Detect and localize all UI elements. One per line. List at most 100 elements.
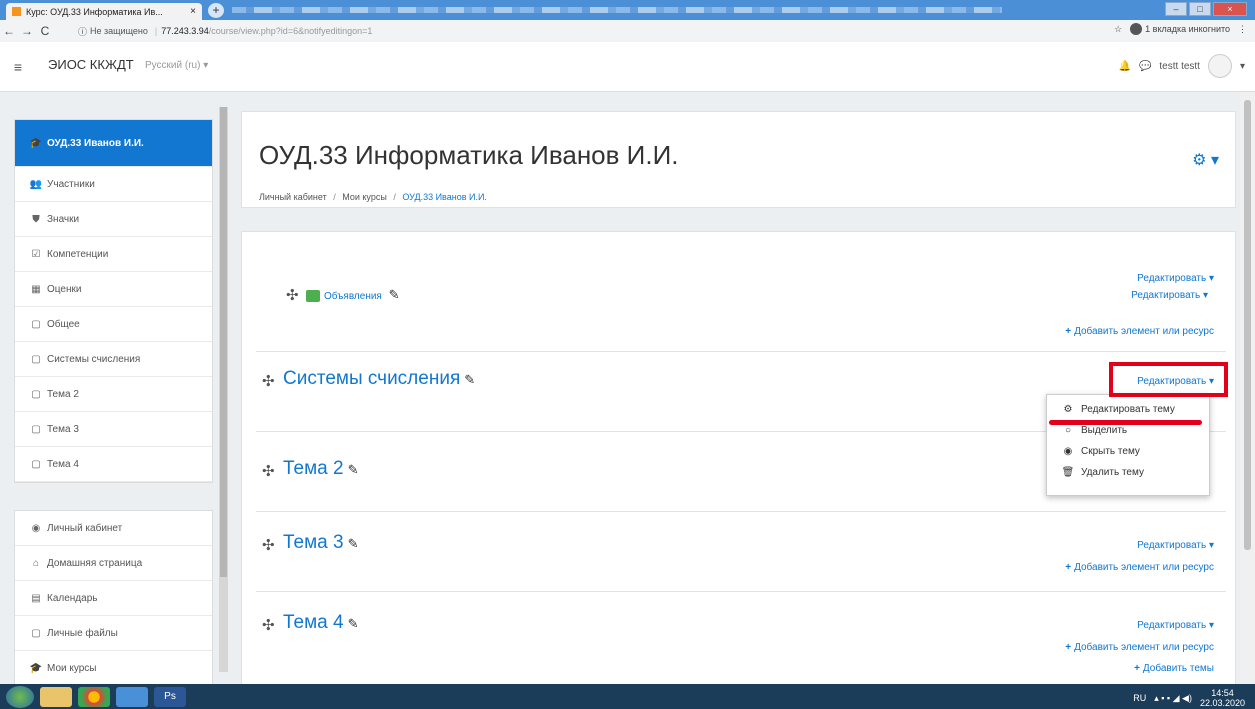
breadcrumb-my-courses[interactable]: Мои курсы xyxy=(342,192,387,202)
reload-button[interactable]: C xyxy=(36,24,54,38)
add-activity-link[interactable]: + Добавить элемент или ресурс xyxy=(1065,562,1214,573)
dropdown-menu-item[interactable]: ⚙ Редактировать тему xyxy=(1047,399,1209,420)
menu-item-label: Скрыть тему xyxy=(1081,446,1140,457)
sidebar-item[interactable]: 🎓 Мои курсы xyxy=(15,651,212,686)
breadcrumb: Личный кабинет / Мои курсы / ОУД.33 Иван… xyxy=(259,192,487,202)
move-icon[interactable]: ✣ xyxy=(262,616,275,634)
breadcrumb-divider: / xyxy=(393,192,396,202)
back-button[interactable]: ← xyxy=(0,24,18,38)
new-tab-button[interactable]: + xyxy=(208,3,224,18)
sidebar-item[interactable]: ☑ Компетенции xyxy=(15,237,212,272)
add-activity-link[interactable]: + Добавить элемент или ресурс xyxy=(1065,642,1214,653)
move-icon[interactable]: ✣ xyxy=(262,462,275,480)
notification-bell-icon[interactable]: 🔔 xyxy=(1118,61,1130,72)
sidebar-item[interactable]: ▦ Оценки xyxy=(15,272,212,307)
dropdown-menu-item[interactable]: 🗑 Удалить тему xyxy=(1047,462,1209,483)
breadcrumb-divider: / xyxy=(333,192,336,202)
add-activity-label: Добавить элемент или ресурс xyxy=(1074,562,1214,573)
dropdown-menu-item[interactable]: ◉ Скрыть тему xyxy=(1047,441,1209,462)
pencil-icon[interactable]: ✎ xyxy=(348,462,359,477)
drawer-toggle-icon[interactable]: ≡ xyxy=(8,57,28,77)
pencil-icon[interactable]: ✎ xyxy=(389,287,400,302)
photoshop-icon[interactable]: Ps xyxy=(154,686,186,707)
user-area: 🔔 💬 testt testt ▾ xyxy=(1118,54,1245,78)
chrome-icon[interactable] xyxy=(78,686,110,707)
sidebar-item-icon: ▢ xyxy=(31,423,41,435)
incognito-indicator[interactable]: 1 вкладка инкогнито xyxy=(1130,23,1230,35)
move-icon[interactable]: ✣ xyxy=(262,372,275,390)
site-navigation: ◉ Личный кабинет ⌂ Домашняя страница ▤ Календ… xyxy=(14,510,213,687)
avatar[interactable] xyxy=(1207,54,1232,78)
explorer-icon[interactable] xyxy=(40,686,72,707)
drawer-scroll-thumb[interactable] xyxy=(220,107,227,577)
edit-menu-link[interactable]: Редактировать ▾ xyxy=(1137,540,1214,551)
language-menu[interactable]: Русский (ru) ▾ xyxy=(145,60,208,71)
sidebar-item[interactable]: 🎓 ОУД.33 Иванов И.И. xyxy=(15,120,212,167)
sidebar-item[interactable]: ▢ Тема 4 xyxy=(15,447,212,482)
sidebar-item[interactable]: ▢ Тема 3 xyxy=(15,412,212,447)
sidebar-item[interactable]: ▢ Системы счисления xyxy=(15,342,212,377)
edit-menu-link[interactable]: Редактировать ▾ xyxy=(1137,273,1214,284)
sidebar-item-icon: ▤ xyxy=(31,592,41,604)
info-icon: ⓘ xyxy=(78,26,88,37)
site-brand[interactable]: ЭИОС ККЖДТ xyxy=(48,57,134,72)
move-icon[interactable]: ✣ xyxy=(262,536,275,554)
add-topics-label: Добавить темы xyxy=(1142,663,1214,674)
pencil-icon[interactable]: ✎ xyxy=(348,536,359,551)
url-field[interactable]: ⓘ Не защищено | 77.243.3.94 /course/view… xyxy=(78,23,1068,39)
sidebar-item-icon: 🎓 xyxy=(29,137,43,149)
sidebar-item[interactable]: ▢ Личные файлы xyxy=(15,616,212,651)
breadcrumb-dashboard[interactable]: Личный кабинет xyxy=(259,192,327,202)
language-indicator[interactable]: RU xyxy=(1133,693,1146,703)
course-settings-gear-icon[interactable]: ⚙ ▾ xyxy=(1192,150,1219,170)
page-scrollbar[interactable] xyxy=(1240,92,1255,684)
sidebar-item[interactable]: ◉ Личный кабинет xyxy=(15,511,212,546)
section-title[interactable]: Тема 3 ✎ xyxy=(283,532,359,554)
messages-icon[interactable]: 💬 xyxy=(1139,61,1151,72)
sidebar-item[interactable]: ⌂ Домашняя страница xyxy=(15,546,212,581)
add-topics-link[interactable]: + Добавить темы xyxy=(1134,663,1214,674)
maximize-button[interactable]: □ xyxy=(1189,2,1211,16)
start-button[interactable] xyxy=(6,685,34,708)
tab-close-icon[interactable]: × xyxy=(190,6,196,17)
close-window-button[interactable]: × xyxy=(1213,2,1247,16)
plus-icon: + xyxy=(1065,326,1072,337)
section-title[interactable]: Тема 4 ✎ xyxy=(283,612,359,634)
minimize-button[interactable]: – xyxy=(1165,2,1187,16)
bookmark-star-icon[interactable]: ☆ xyxy=(1114,24,1122,35)
tray-icons[interactable]: ▴ ▪ ▪ ◢ ◀) xyxy=(1154,693,1192,704)
section-title[interactable]: Системы счисления ✎ xyxy=(283,368,475,390)
sidebar-item[interactable]: ▢ Общее xyxy=(15,307,212,342)
edit-menu-link[interactable]: Редактировать ▾ xyxy=(1137,620,1214,631)
edit-activity-menu-link[interactable]: Редактировать ▾ xyxy=(1131,290,1208,301)
clock[interactable]: 14:54 22.03.2020 xyxy=(1200,688,1245,708)
user-name[interactable]: testt testt xyxy=(1159,61,1200,72)
sidebar-item[interactable]: ▤ Календарь xyxy=(15,581,212,616)
forum-activity[interactable]: Объявления ✎ xyxy=(306,287,400,303)
app-icon[interactable] xyxy=(116,686,148,707)
breadcrumb-course[interactable]: ОУД.33 Иванов И.И. xyxy=(402,192,487,202)
plus-icon: + xyxy=(1065,562,1072,573)
move-icon[interactable]: ✣ xyxy=(286,286,299,304)
os-taskbar: Ps RU ▴ ▪ ▪ ◢ ◀) 14:54 22.03.2020 xyxy=(0,684,1255,709)
forward-button[interactable]: → xyxy=(18,24,36,38)
clock-time: 14:54 xyxy=(1211,688,1234,698)
page-scroll-thumb[interactable] xyxy=(1244,100,1251,550)
drawer-scrollbar[interactable] xyxy=(219,107,228,672)
incognito-icon xyxy=(1130,23,1143,35)
address-bar-row: ← → C ⓘ Не защищено | 77.243.3.94 /cours… xyxy=(0,20,1255,42)
user-menu-caret-icon[interactable]: ▾ xyxy=(1240,61,1245,72)
sidebar-item-label: Тема 4 xyxy=(47,458,79,470)
section-title[interactable]: Тема 2 ✎ xyxy=(283,458,359,480)
sidebar-item[interactable]: 👥 Участники xyxy=(15,167,212,202)
sidebar-item[interactable]: ▢ Тема 2 xyxy=(15,377,212,412)
pencil-icon[interactable]: ✎ xyxy=(464,372,475,387)
sidebar-item[interactable]: ⛊ Значки xyxy=(15,202,212,237)
add-activity-link[interactable]: + Добавить элемент или ресурс xyxy=(1065,326,1214,337)
page-header: ОУД.33 Информатика Иванов И.И. Личный ка… xyxy=(241,111,1236,208)
sidebar-item-label: Мои курсы xyxy=(47,662,97,674)
browser-menu-icon[interactable]: ⋮ xyxy=(1238,24,1247,35)
pencil-icon[interactable]: ✎ xyxy=(348,616,359,631)
sidebar-item-label: ОУД.33 Иванов И.И. xyxy=(47,137,144,149)
browser-tab[interactable]: Курс: ОУД.33 Информатика Ив... × xyxy=(6,3,202,20)
